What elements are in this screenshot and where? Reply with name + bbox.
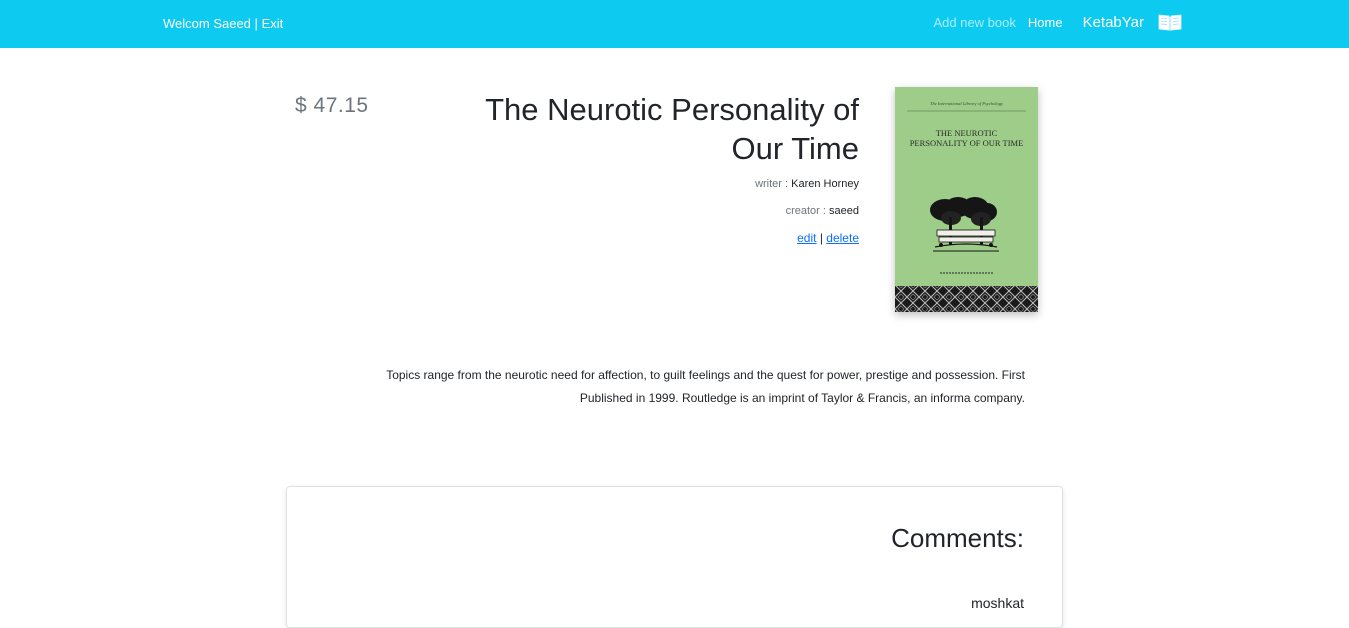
writer-line: writer : Karen Horney — [755, 178, 859, 190]
comment-author: moshkat — [971, 595, 1024, 611]
cover-title-line2: PERSONALITY OF OUR TIME — [910, 138, 1024, 148]
creator-label: creator : — [785, 205, 826, 217]
home-link[interactable]: Home — [1028, 15, 1063, 30]
open-book-icon — [1158, 12, 1182, 32]
creator-name: saeed — [829, 205, 859, 217]
writer-name: Karen Horney — [791, 178, 859, 190]
add-new-book-link[interactable]: Add new book — [933, 15, 1015, 30]
book-actions: edit | delete — [797, 231, 859, 245]
cover-title-line1: THE NEUROTIC — [936, 128, 998, 138]
book-description: Topics range from the neurotic need for … — [386, 368, 1025, 405]
delete-link[interactable]: delete — [826, 231, 859, 245]
cover-series: The International Library of Psychology — [930, 101, 1003, 106]
book-cover-art: The International Library of Psychology … — [895, 87, 1038, 312]
creator-line: creator : saeed — [786, 205, 859, 217]
brand-name[interactable]: KetabYar — [1083, 14, 1144, 31]
welcome-text: Welcom Saeed — [163, 16, 251, 31]
action-separator: | — [819, 231, 823, 245]
comments-title: Comments: — [891, 523, 1024, 553]
edit-link[interactable]: edit — [797, 231, 816, 245]
user-greeting: Welcom Saeed | Exit — [163, 16, 283, 31]
book-price: $ 47.15 — [295, 94, 369, 117]
exit-link[interactable]: Exit — [262, 16, 284, 31]
book-title: The Neurotic Personality of Our Time — [485, 92, 859, 166]
comments-card: Comments: moshkat — [286, 486, 1063, 628]
writer-label: writer : — [755, 178, 789, 190]
top-navbar: Welcom Saeed | Exit Add new book Home Ke… — [0, 0, 1349, 48]
book-cover-image: The International Library of Psychology … — [895, 87, 1038, 312]
nav-separator: | — [254, 16, 258, 31]
nav-menu: Add new book Home KetabYar — [933, 12, 1182, 32]
